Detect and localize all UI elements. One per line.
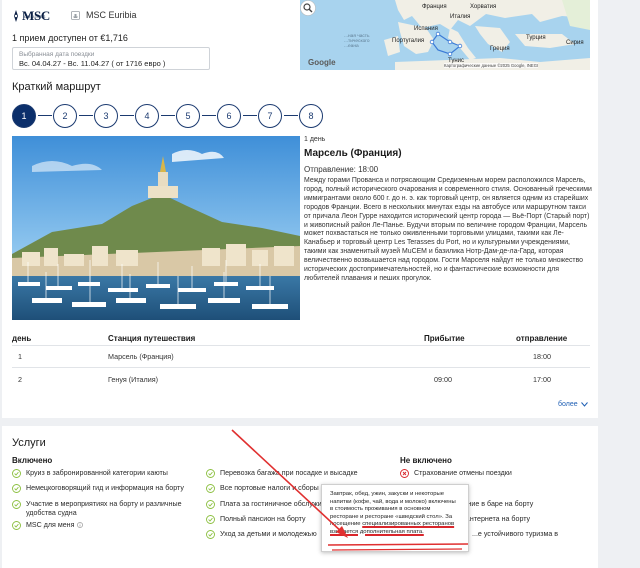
- included-item-label: Уход за детьми и молодежью: [220, 530, 317, 538]
- full-board-tooltip: Завтрак, обед, ужин, закуски и некоторые…: [321, 484, 469, 552]
- stepper-connector: [120, 115, 134, 116]
- travel-date-select[interactable]: Выбранная дата поездки Вс. 04.04.27 - Вс…: [12, 47, 210, 70]
- included-item-label: Все портовые налоги и сборы: [220, 484, 319, 492]
- date-select-value: Вс. 04.04.27 - Вс. 11.04.27 ( от 1716 ев…: [19, 59, 166, 68]
- stepper-connector: [202, 115, 216, 116]
- day-step-6[interactable]: 6: [217, 104, 241, 128]
- more-label: более: [558, 401, 578, 408]
- check-circle-icon: [206, 469, 215, 478]
- services-card: Услуги Включено Не включено Круиз в забр…: [2, 426, 598, 568]
- day-label: 1 день: [304, 136, 326, 143]
- departure-time: Отправление: 18:00: [304, 165, 379, 174]
- table-header-departure: отправление: [516, 334, 568, 343]
- included-item-label: Немецкоговорящий гид и информация на бор…: [26, 484, 184, 492]
- map-label-croatia: Хорватия: [470, 4, 497, 10]
- day-step-8[interactable]: 8: [299, 104, 323, 128]
- check-circle-icon: [206, 500, 215, 509]
- stepper-connector: [284, 115, 298, 116]
- ship-icon: [71, 11, 80, 20]
- ship-name: MSC Euribia: [86, 10, 137, 20]
- map-label-syria: Сирия: [566, 40, 584, 46]
- price-line: 1 прием доступен от €1,716: [12, 33, 128, 43]
- excluded-item-label: ...нтернета на борту: [464, 515, 531, 523]
- logo-subtext: CRUISES: [24, 14, 46, 19]
- compass-logo-icon: [14, 10, 18, 22]
- google-logo: Google: [308, 58, 336, 67]
- cell-departure: 18:00: [533, 352, 551, 361]
- included-item-label: Полный пансион на борту: [220, 515, 306, 523]
- excluded-item-label: Страхование отмены поездки: [414, 469, 512, 477]
- map-label-france: Франция: [422, 4, 447, 10]
- cell-day: 2: [18, 375, 22, 384]
- map-label-italy: Италия: [450, 14, 471, 20]
- stepper-connector: [243, 115, 257, 116]
- table-header-station: Станция путешествия: [108, 334, 196, 343]
- cell-day: 1: [18, 352, 22, 361]
- not-included-title: Не включено: [400, 456, 452, 465]
- map-label-portugal: Португалия: [392, 38, 425, 44]
- excluded-item-label: ...е устойчивого туризма в: [472, 530, 559, 538]
- table-divider: [12, 367, 590, 368]
- itinerary-card: MSC CRUISES MSC Euribia 1 прием доступен…: [2, 0, 598, 418]
- check-circle-icon: [12, 484, 21, 493]
- included-title: Включено: [12, 456, 53, 465]
- check-circle-icon: [206, 515, 215, 524]
- included-item-label: MSC для меня: [26, 521, 84, 530]
- route-map[interactable]: Франция Италия Испания Хорватия Португал…: [300, 0, 590, 70]
- cell-station: Марсель (Франция): [108, 352, 174, 361]
- map-label-spain: Испания: [414, 26, 438, 32]
- day-step-5[interactable]: 5: [176, 104, 200, 128]
- day-step-4[interactable]: 4: [135, 104, 159, 128]
- more-link[interactable]: более: [558, 401, 588, 408]
- map-label-turkey: Турция: [526, 35, 546, 41]
- marseille-photo-illustration: [12, 136, 300, 320]
- msc-for-me-label: MSC для меня: [26, 521, 75, 529]
- cell-arrival: 09:00: [434, 375, 452, 384]
- check-circle-icon: [12, 500, 21, 509]
- check-circle-icon: [206, 530, 215, 539]
- stepper-connector: [79, 115, 93, 116]
- magnifier-icon[interactable]: [300, 0, 316, 16]
- day-step-7[interactable]: 7: [258, 104, 282, 128]
- day-step-2[interactable]: 2: [53, 104, 77, 128]
- cell-departure: 17:00: [533, 375, 551, 384]
- stepper-connector: [38, 115, 52, 116]
- map-attribution[interactable]: Картографические данные ©2025 Google, IN…: [444, 63, 539, 68]
- map-label-greece: Греция: [490, 46, 510, 52]
- included-item-label: Круиз в забронированной категории каюты: [26, 469, 168, 477]
- date-select-label: Выбранная дата поездки: [19, 51, 95, 58]
- included-item-label: Участие в мероприятиях на борту и различ…: [26, 500, 182, 517]
- check-circle-icon: [206, 484, 215, 493]
- map-label-ocean: ...ная часть ...тического ...еана: [344, 34, 370, 49]
- table-header-day: день: [12, 334, 32, 343]
- itinerary-title: Краткий маршрут: [12, 81, 101, 93]
- services-title: Услуги: [12, 437, 46, 449]
- included-item-label: Перевозка багажа при посадке и высадке: [220, 469, 358, 477]
- check-circle-icon: [12, 469, 21, 478]
- day-step-3[interactable]: 3: [94, 104, 118, 128]
- stepper-connector: [161, 115, 175, 116]
- chevron-down-icon: [580, 402, 588, 407]
- table-divider: [12, 345, 590, 346]
- table-header-arrival: Прибытие: [424, 334, 465, 343]
- info-icon[interactable]: [77, 522, 84, 528]
- port-photo: [12, 136, 300, 320]
- day-step-1[interactable]: 1: [12, 104, 36, 128]
- port-description: Между горами Прованса и потрясающим Сред…: [304, 177, 592, 282]
- cell-station: Генуя (Италия): [108, 375, 159, 384]
- x-circle-icon: [400, 469, 409, 478]
- check-circle-icon: [12, 521, 21, 530]
- port-title: Марсель (Франция): [304, 148, 402, 159]
